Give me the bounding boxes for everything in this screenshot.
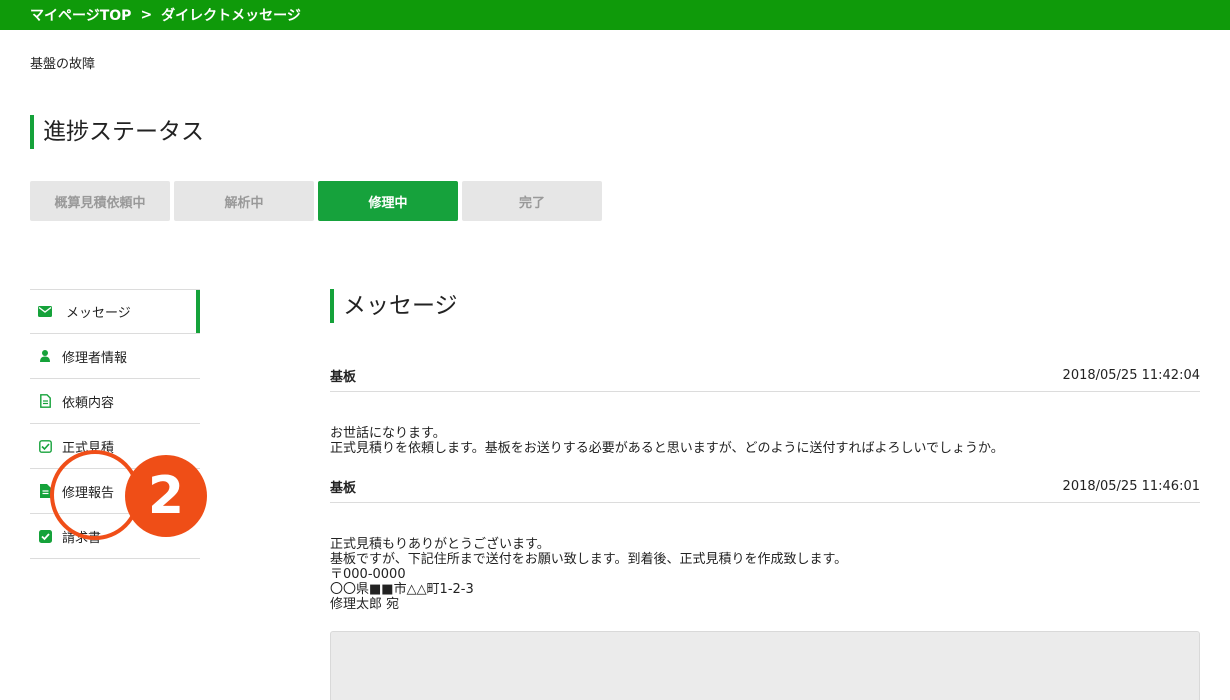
message-line: お世話になります。 <box>330 426 446 441</box>
message-line: 正式見積もりありがとうございます。 <box>330 537 550 552</box>
progress-steps: 概算見積依頼中 解析中 修理中 完了 <box>30 181 602 221</box>
message-line: 基板ですが、下記住所まで送付をお願い致します。到着後、正式見積りを作成致します。 <box>330 552 848 567</box>
envelope-icon <box>38 305 52 319</box>
document-outline-icon <box>38 394 52 408</box>
message-sender: 基板 <box>330 481 357 496</box>
step-estimate-request: 概算見積依頼中 <box>30 181 170 221</box>
message-body: 正式見積もりありがとうございます。 基板ですが、下記住所まで送付をお願い致します… <box>330 537 1200 612</box>
message-line: 〇〇県■■市△△町1-2-3 <box>330 582 474 597</box>
sidebar-item-label: 正式見積 <box>62 440 115 456</box>
page-subtitle: 基盤の故障 <box>30 57 96 72</box>
message-body: お世話になります。 正式見積りを依頼します。基板をお送りする必要があると思います… <box>330 426 1200 456</box>
breadcrumb-home-link[interactable]: マイページTOP <box>30 5 131 25</box>
user-icon <box>38 349 52 363</box>
step-analyzing: 解析中 <box>174 181 314 221</box>
reply-textarea[interactable] <box>330 631 1200 700</box>
callout-number-badge: 2 <box>125 455 207 537</box>
sidebar-item-label: 請求書 <box>62 530 102 546</box>
message-line: 〒000-0000 <box>330 567 406 582</box>
step-repairing: 修理中 <box>318 181 458 221</box>
sidebar-item-label: 依頼内容 <box>62 395 115 411</box>
message-sender: 基板 <box>330 370 357 385</box>
message-timestamp: 2018/05/25 11:42:04 <box>1062 368 1200 383</box>
message-line: 修理太郎 宛 <box>330 597 400 612</box>
breadcrumb-separator: > <box>140 7 153 23</box>
sidebar-item-label: 修理報告 <box>62 485 115 501</box>
step-complete: 完了 <box>462 181 602 221</box>
sidebar-item-label: メッセージ <box>66 306 131 321</box>
message-header: 基板 2018/05/25 11:46:01 <box>330 471 1200 503</box>
message-timestamp: 2018/05/25 11:46:01 <box>1062 479 1200 494</box>
breadcrumb-current: ダイレクトメッセージ <box>161 8 301 24</box>
sidebar-item-message[interactable]: メッセージ <box>30 289 200 334</box>
checkbox-outline-icon <box>38 439 52 453</box>
message-header: 基板 2018/05/25 11:42:04 <box>330 360 1200 392</box>
sidebar-item-label: 修理者情報 <box>62 350 128 366</box>
checkbox-filled-icon <box>38 529 52 543</box>
sidebar-item-repairer-info[interactable]: 修理者情報 <box>30 334 200 379</box>
message-line: 正式見積りを依頼します。基板をお送りする必要があると思いますが、どのように送付す… <box>330 441 1004 456</box>
document-filled-icon <box>38 484 52 498</box>
sidebar-item-request-details[interactable]: 依頼内容 <box>30 379 200 424</box>
breadcrumb: マイページTOP > ダイレクトメッセージ <box>0 0 1230 30</box>
messages-title: メッセージ <box>330 289 458 323</box>
progress-status-title: 進捗ステータス <box>30 115 204 149</box>
